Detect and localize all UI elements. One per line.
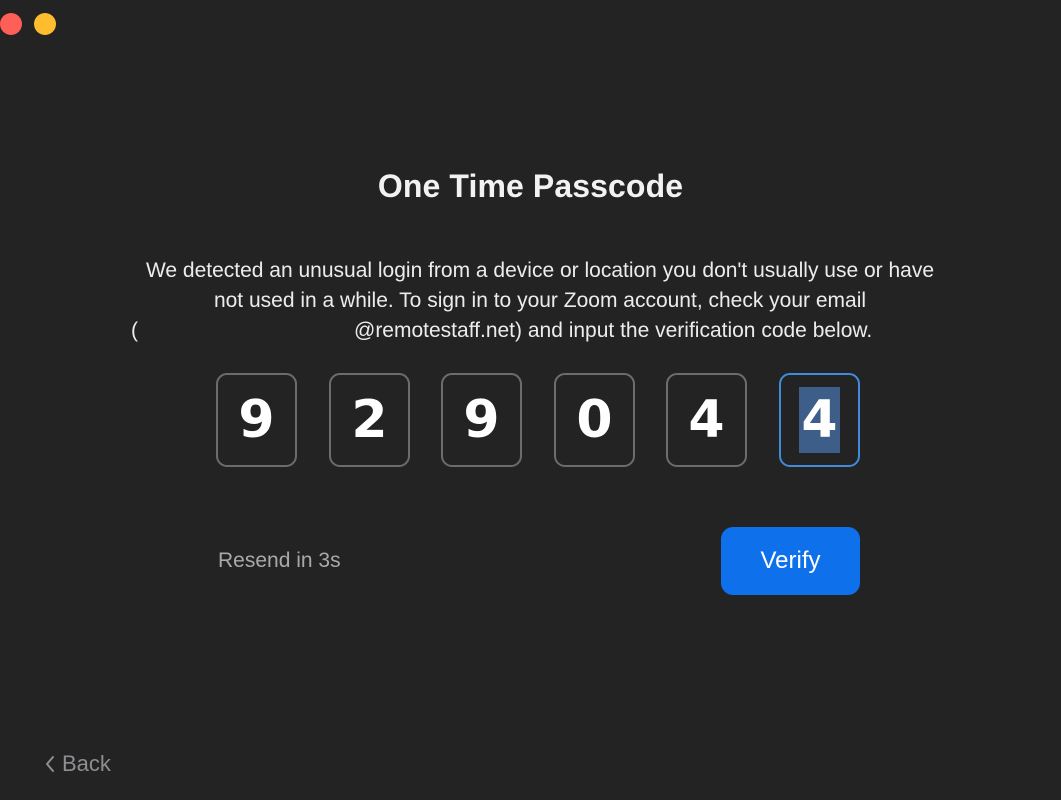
description: We detected an unusual login from a devi… bbox=[60, 256, 1020, 346]
verify-button[interactable]: Verify bbox=[721, 527, 860, 595]
page-title: One Time Passcode bbox=[377, 168, 684, 204]
code-digit-value: 9 bbox=[463, 390, 500, 450]
close-window-button[interactable] bbox=[0, 13, 22, 35]
code-digit-3[interactable]: 9 bbox=[441, 373, 522, 467]
code-digit-value: 0 bbox=[576, 390, 613, 450]
description-line-2: not used in a while. To sign in to your … bbox=[213, 289, 867, 312]
code-digit-5[interactable]: 4 bbox=[666, 373, 747, 467]
resend-countdown: Resend in 3s bbox=[218, 549, 341, 572]
email-open-paren: ( bbox=[131, 319, 138, 342]
passcode-window: One Time Passcode We detected an unusual… bbox=[0, 0, 1061, 800]
code-digit-6[interactable]: 4 bbox=[779, 373, 860, 467]
code-digit-value: 4 bbox=[688, 390, 725, 450]
email-domain-text: @remotestaff.net) and input the verifica… bbox=[354, 319, 873, 342]
back-button[interactable]: Back bbox=[44, 751, 111, 777]
verify-button-label: Verify bbox=[760, 547, 821, 574]
code-digit-value: 9 bbox=[238, 390, 275, 450]
code-digit-2[interactable]: 2 bbox=[329, 373, 410, 467]
minimize-window-button[interactable] bbox=[34, 13, 56, 35]
chevron-left-icon bbox=[44, 754, 56, 774]
code-digit-1[interactable]: 9 bbox=[216, 373, 297, 467]
code-digit-4[interactable]: 0 bbox=[554, 373, 635, 467]
description-line-1: We detected an unusual login from a devi… bbox=[145, 259, 935, 282]
code-digit-value-selected: 4 bbox=[799, 387, 840, 453]
back-label: Back bbox=[62, 751, 111, 776]
description-line-3: ( @remotestaff.net) and input the verific… bbox=[60, 316, 1020, 346]
code-digit-value: 2 bbox=[351, 390, 388, 450]
